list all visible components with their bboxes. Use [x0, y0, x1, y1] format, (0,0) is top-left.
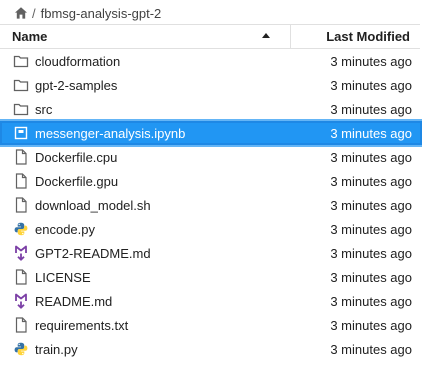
file-last-modified: 3 minutes ago [330, 174, 412, 189]
file-row[interactable]: LICENSE 3 minutes ago [0, 265, 422, 289]
file-last-modified: 3 minutes ago [330, 294, 412, 309]
python-icon [13, 341, 29, 357]
file-last-modified: 3 minutes ago [330, 78, 412, 93]
file-last-modified: 3 minutes ago [330, 126, 412, 141]
sort-ascending-icon[interactable] [262, 33, 270, 38]
file-icon [13, 149, 29, 165]
file-name: messenger-analysis.ipynb [35, 126, 186, 141]
file-row[interactable]: Dockerfile.gpu 3 minutes ago [0, 169, 422, 193]
file-row[interactable]: gpt-2-samples 3 minutes ago [0, 73, 422, 97]
file-row[interactable]: encode.py 3 minutes ago [0, 217, 422, 241]
folder-icon [13, 101, 29, 117]
file-name: LICENSE [35, 270, 91, 285]
file-row[interactable]: cloudformation 3 minutes ago [0, 49, 422, 73]
notebook-icon [13, 125, 29, 141]
file-row[interactable]: src 3 minutes ago [0, 97, 422, 121]
breadcrumb: / fbmsg-analysis-gpt-2 [0, 0, 422, 26]
file-last-modified: 3 minutes ago [330, 102, 412, 117]
file-icon [13, 317, 29, 333]
breadcrumb-separator: / [32, 5, 36, 21]
file-last-modified: 3 minutes ago [330, 54, 412, 69]
file-name: encode.py [35, 222, 95, 237]
file-row[interactable]: download_model.sh 3 minutes ago [0, 193, 422, 217]
name-column-header[interactable]: Name [12, 29, 47, 44]
markdown-icon [13, 293, 29, 309]
file-name: cloudformation [35, 54, 121, 69]
file-icon [13, 197, 29, 213]
file-list: cloudformation 3 minutes ago gpt-2-samples… [0, 49, 422, 361]
folder-icon [13, 53, 29, 69]
column-divider[interactable] [290, 25, 291, 48]
file-icon [13, 269, 29, 285]
file-last-modified: 3 minutes ago [330, 318, 412, 333]
file-last-modified: 3 minutes ago [330, 246, 412, 261]
file-name: download_model.sh [35, 198, 151, 213]
file-list-header: Name Last Modified [0, 24, 420, 49]
file-row[interactable]: GPT2-README.md 3 minutes ago [0, 241, 422, 265]
file-last-modified: 3 minutes ago [330, 342, 412, 357]
file-row[interactable]: Dockerfile.cpu 3 minutes ago [0, 145, 422, 169]
file-row[interactable]: train.py 3 minutes ago [0, 337, 422, 361]
markdown-icon [13, 245, 29, 261]
file-name: README.md [35, 294, 113, 309]
file-last-modified: 3 minutes ago [330, 150, 412, 165]
file-name: src [35, 102, 53, 117]
python-icon [13, 221, 29, 237]
file-last-modified: 3 minutes ago [330, 198, 412, 213]
file-name: Dockerfile.gpu [35, 174, 119, 189]
file-name: Dockerfile.cpu [35, 150, 118, 165]
file-name: GPT2-README.md [35, 246, 151, 261]
file-last-modified: 3 minutes ago [330, 222, 412, 237]
home-icon[interactable] [14, 6, 28, 20]
file-row[interactable]: README.md 3 minutes ago [0, 289, 422, 313]
breadcrumb-current-folder[interactable]: fbmsg-analysis-gpt-2 [41, 6, 162, 21]
last-modified-column-header[interactable]: Last Modified [326, 29, 410, 44]
folder-icon [13, 77, 29, 93]
file-last-modified: 3 minutes ago [330, 270, 412, 285]
file-name: train.py [35, 342, 78, 357]
file-row-selected[interactable]: messenger-analysis.ipynb 3 minutes ago [0, 119, 422, 147]
file-row[interactable]: requirements.txt 3 minutes ago [0, 313, 422, 337]
file-icon [13, 173, 29, 189]
file-name: requirements.txt [35, 318, 129, 333]
file-name: gpt-2-samples [35, 78, 118, 93]
